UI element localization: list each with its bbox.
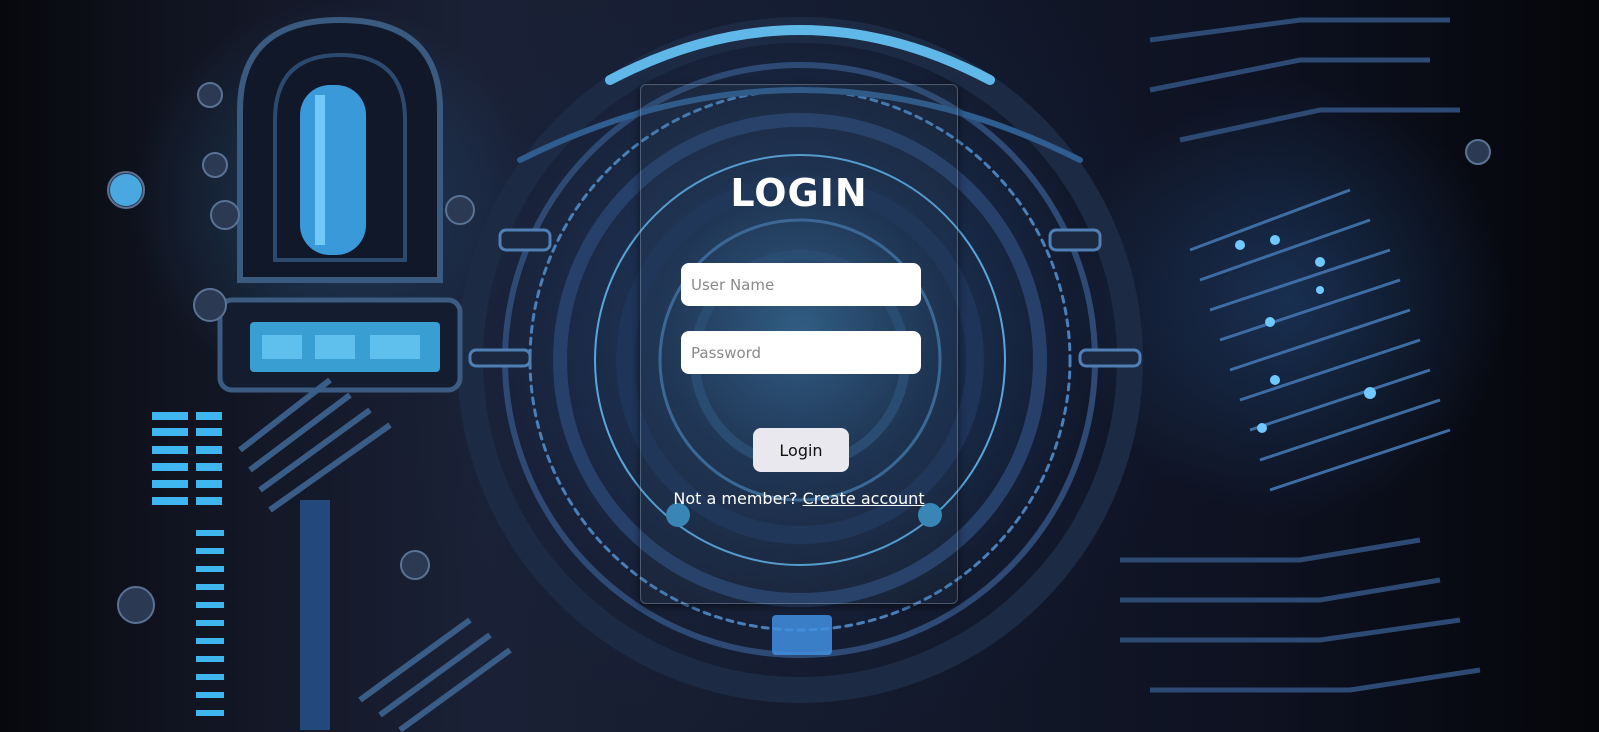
login-button[interactable]: Login: [753, 428, 849, 472]
signup-prompt: Not a member?: [673, 489, 798, 508]
signup-row: Not a member? Create account: [641, 489, 957, 508]
username-input[interactable]: [681, 263, 921, 306]
login-panel: LOGIN Login Not a member? Create account: [640, 84, 958, 604]
password-input[interactable]: [681, 331, 921, 374]
login-title: LOGIN: [730, 171, 868, 215]
create-account-link[interactable]: Create account: [803, 489, 925, 508]
